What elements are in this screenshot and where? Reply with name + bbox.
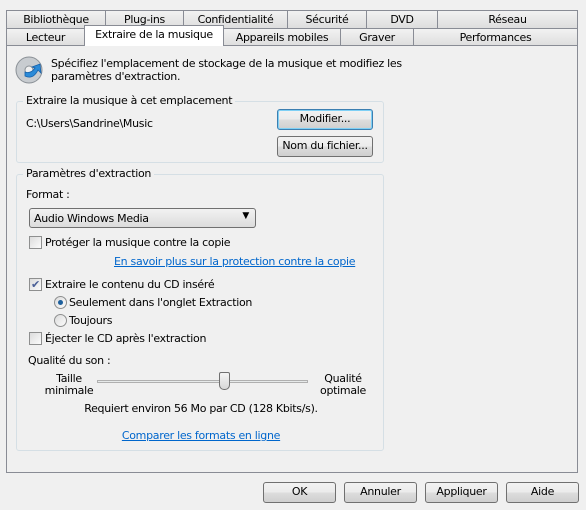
location-group-label: Extraire la musique à cet emplacement [23, 94, 236, 107]
compare-link-wrap: Comparer les formats en ligne [17, 429, 385, 442]
eject-checkbox[interactable] [29, 332, 42, 345]
requirement-text: Requiert environ 56 Mo par CD (128 Kbits… [84, 402, 318, 415]
format-value: Audio Windows Media [34, 212, 149, 225]
help-button[interactable]: Aide [506, 482, 579, 503]
radio-only-label[interactable]: Seulement dans l'onglet Extraction [69, 296, 252, 309]
quality-label: Qualité du son : [28, 354, 111, 367]
tab-extraire-musique[interactable]: Extraire de la musique [84, 25, 224, 46]
radio-always[interactable] [54, 314, 67, 327]
tab-reseau[interactable]: Réseau [437, 10, 578, 29]
min-size-label-2: minimale [44, 384, 94, 397]
settings-group: Paramètres d'extraction Format : Audio W… [16, 167, 385, 451]
rip-path: C:\Users\Sandrine\Music [26, 117, 153, 130]
ok-button[interactable]: OK [263, 482, 336, 503]
cd-rip-icon [15, 56, 43, 84]
radio-only-rip-tab[interactable] [54, 296, 67, 309]
location-group: Extraire la musique à cet emplacement C:… [16, 94, 384, 163]
modify-button[interactable]: Modifier... [277, 109, 373, 130]
compare-formats-link[interactable]: Comparer les formats en ligne [122, 429, 281, 442]
tab-panel: Spécifiez l'emplacement de stockage de l… [6, 45, 578, 473]
eject-label[interactable]: Éjecter le CD après l'extraction [45, 332, 206, 345]
quality-slider-thumb[interactable] [218, 372, 230, 390]
rip-cd-checkbox[interactable]: ✔ [29, 278, 42, 291]
quality-slider-track[interactable] [97, 380, 308, 383]
tab-securite[interactable]: Sécurité [287, 10, 367, 29]
protect-info-link[interactable]: En savoir plus sur la protection contre … [114, 255, 356, 268]
max-quality-label-2: optimale [320, 384, 366, 397]
intro-text-line1: Spécifiez l'emplacement de stockage de l… [51, 57, 402, 70]
tab-dvd[interactable]: DVD [366, 10, 438, 29]
protect-checkbox[interactable] [29, 236, 42, 249]
filename-button[interactable]: Nom du fichier... [277, 136, 373, 157]
radio-always-label[interactable]: Toujours [69, 314, 112, 327]
intro-text-line2: paramètres d'extraction. [51, 70, 181, 83]
rip-cd-label[interactable]: Extraire le contenu du CD inséré [45, 278, 215, 291]
format-label: Format : [26, 188, 70, 201]
apply-button[interactable]: Appliquer [425, 482, 498, 503]
protect-label[interactable]: Protéger la musique contre la copie [45, 236, 231, 249]
format-dropdown[interactable]: Audio Windows Media ▼ [29, 208, 256, 228]
settings-group-label: Paramètres d'extraction [23, 167, 155, 180]
chevron-down-icon: ▼ [242, 211, 249, 221]
cancel-button[interactable]: Annuler [344, 482, 417, 503]
